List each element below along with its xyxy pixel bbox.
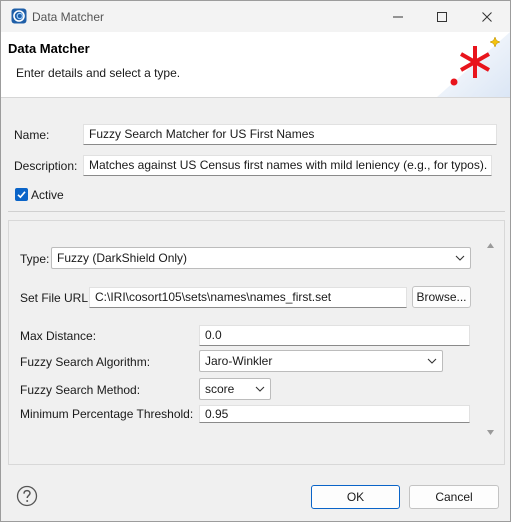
dialog-banner: Data Matcher Enter details and select a … bbox=[1, 32, 510, 98]
browse-button[interactable]: Browse... bbox=[412, 286, 471, 308]
method-select-value: score bbox=[205, 382, 235, 396]
description-label: Description: bbox=[14, 159, 78, 173]
max-distance-label: Max Distance: bbox=[20, 329, 97, 343]
minimize-button[interactable] bbox=[376, 1, 420, 32]
type-label: Type: bbox=[20, 252, 50, 266]
type-select[interactable]: Fuzzy (DarkShield Only) bbox=[51, 247, 471, 269]
ok-button[interactable]: OK bbox=[311, 485, 400, 509]
set-file-field[interactable]: C:\IRI\cosort105\sets\names\names_first.… bbox=[89, 287, 407, 308]
close-icon bbox=[482, 11, 492, 22]
method-select[interactable]: score bbox=[199, 378, 271, 400]
maximize-button[interactable] bbox=[420, 1, 464, 32]
banner-message: Enter details and select a type. bbox=[16, 66, 181, 80]
threshold-field[interactable]: 0.95 bbox=[199, 405, 470, 423]
description-field[interactable]: Matches against US Census first names wi… bbox=[83, 155, 492, 176]
active-checkbox[interactable] bbox=[15, 188, 28, 201]
algorithm-label: Fuzzy Search Algorithm: bbox=[20, 355, 151, 369]
type-select-value: Fuzzy (DarkShield Only) bbox=[57, 251, 188, 265]
max-distance-field[interactable]: 0.0 bbox=[199, 325, 470, 346]
app-logo-icon bbox=[11, 8, 27, 24]
title-bar[interactable]: Data Matcher bbox=[1, 1, 510, 32]
threshold-label: Minimum Percentage Threshold: bbox=[20, 407, 194, 421]
algorithm-select-value: Jaro-Winkler bbox=[205, 354, 273, 368]
name-label: Name: bbox=[14, 128, 50, 142]
chevron-down-icon bbox=[255, 386, 265, 392]
chevron-down-icon bbox=[455, 255, 465, 261]
scroll-up-icon[interactable] bbox=[487, 243, 494, 248]
dialog-footer: OK Cancel bbox=[1, 471, 510, 521]
section-divider bbox=[8, 211, 505, 212]
banner-title: Data Matcher bbox=[8, 41, 90, 56]
vertical-scrollbar[interactable] bbox=[483, 236, 498, 441]
minimize-icon bbox=[393, 16, 403, 17]
method-label: Fuzzy Search Method: bbox=[20, 383, 141, 397]
checkmark-icon bbox=[17, 191, 26, 199]
scroll-down-icon[interactable] bbox=[487, 430, 494, 435]
help-icon[interactable] bbox=[16, 485, 38, 507]
maximize-icon bbox=[437, 11, 447, 22]
set-file-label: Set File URL: bbox=[20, 291, 92, 305]
chevron-down-icon bbox=[427, 358, 437, 364]
algorithm-select[interactable]: Jaro-Winkler bbox=[199, 350, 443, 372]
active-label: Active bbox=[31, 188, 64, 202]
close-button[interactable] bbox=[465, 1, 509, 32]
data-matcher-dialog: Data Matcher Data Matcher Enter details … bbox=[0, 0, 511, 522]
matcher-details-panel: Type: Fuzzy (DarkShield Only) Set File U… bbox=[8, 220, 505, 465]
matcher-logo-icon bbox=[437, 32, 510, 97]
name-field[interactable]: Fuzzy Search Matcher for US First Names bbox=[83, 124, 497, 145]
window-title: Data Matcher bbox=[32, 10, 105, 24]
cancel-button[interactable]: Cancel bbox=[409, 485, 499, 509]
